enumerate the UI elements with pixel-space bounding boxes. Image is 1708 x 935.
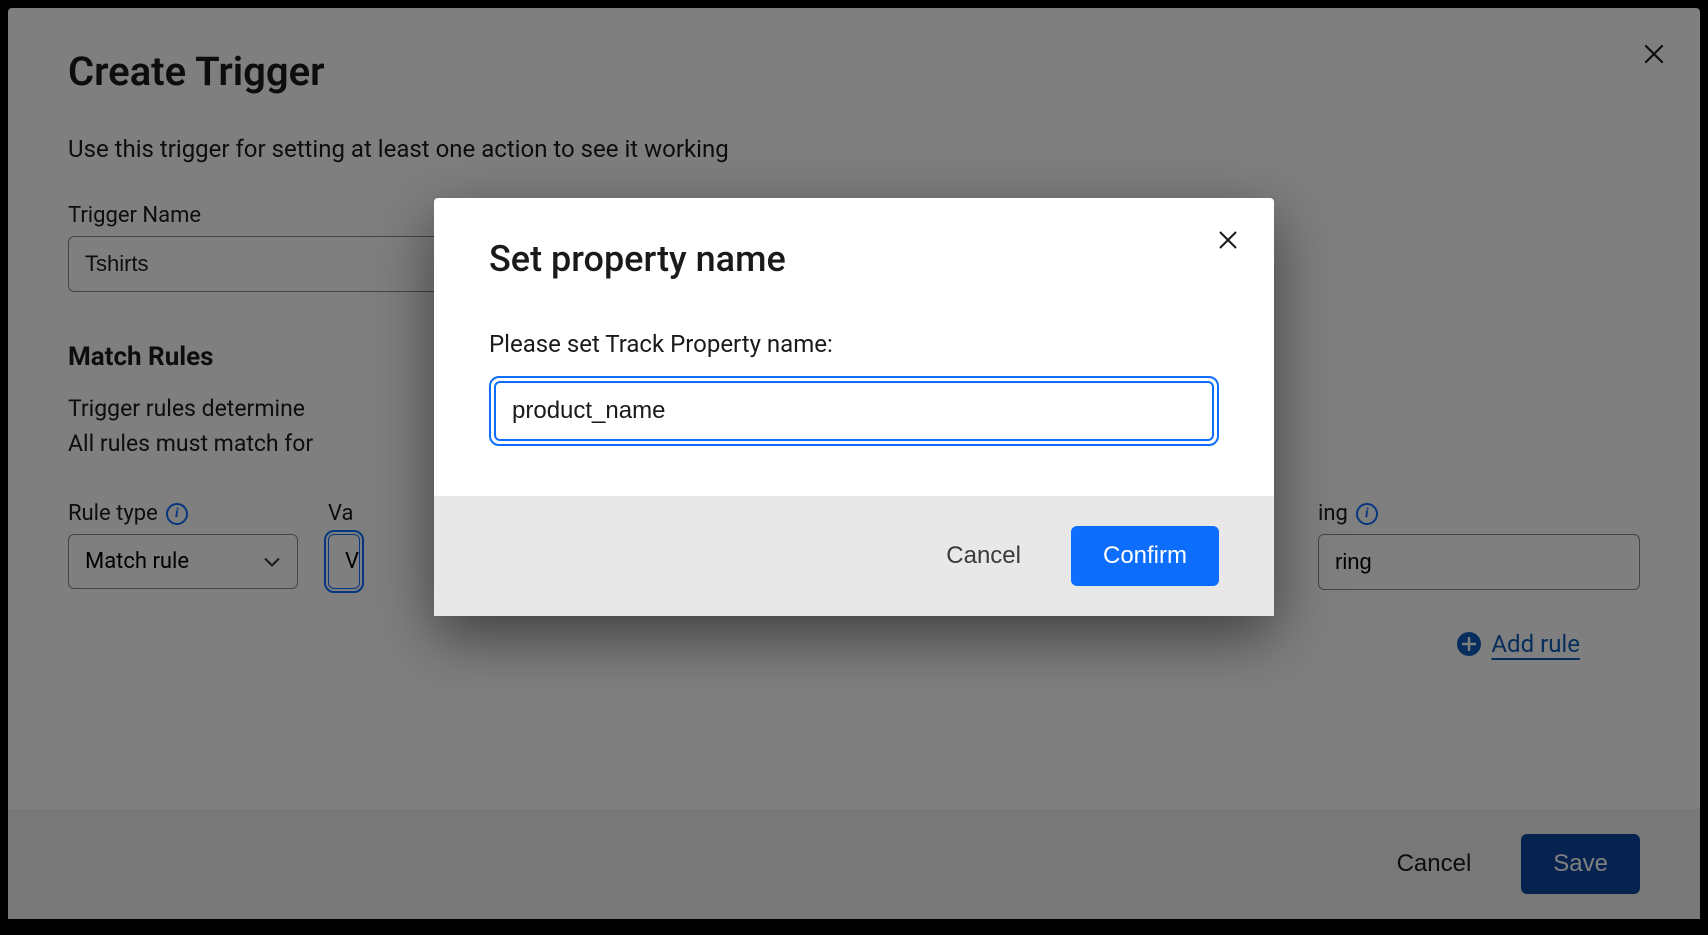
- modal-label: Please set Track Property name:: [489, 330, 1219, 358]
- confirm-button[interactable]: Confirm: [1071, 526, 1219, 586]
- modal-title: Set property name: [489, 238, 1219, 280]
- modal-overlay: Set property name Please set Track Prope…: [0, 8, 1708, 935]
- close-icon[interactable]: [1216, 228, 1244, 256]
- property-name-input[interactable]: [494, 381, 1214, 441]
- set-property-modal: Set property name Please set Track Prope…: [434, 198, 1274, 616]
- cancel-button[interactable]: Cancel: [926, 528, 1041, 584]
